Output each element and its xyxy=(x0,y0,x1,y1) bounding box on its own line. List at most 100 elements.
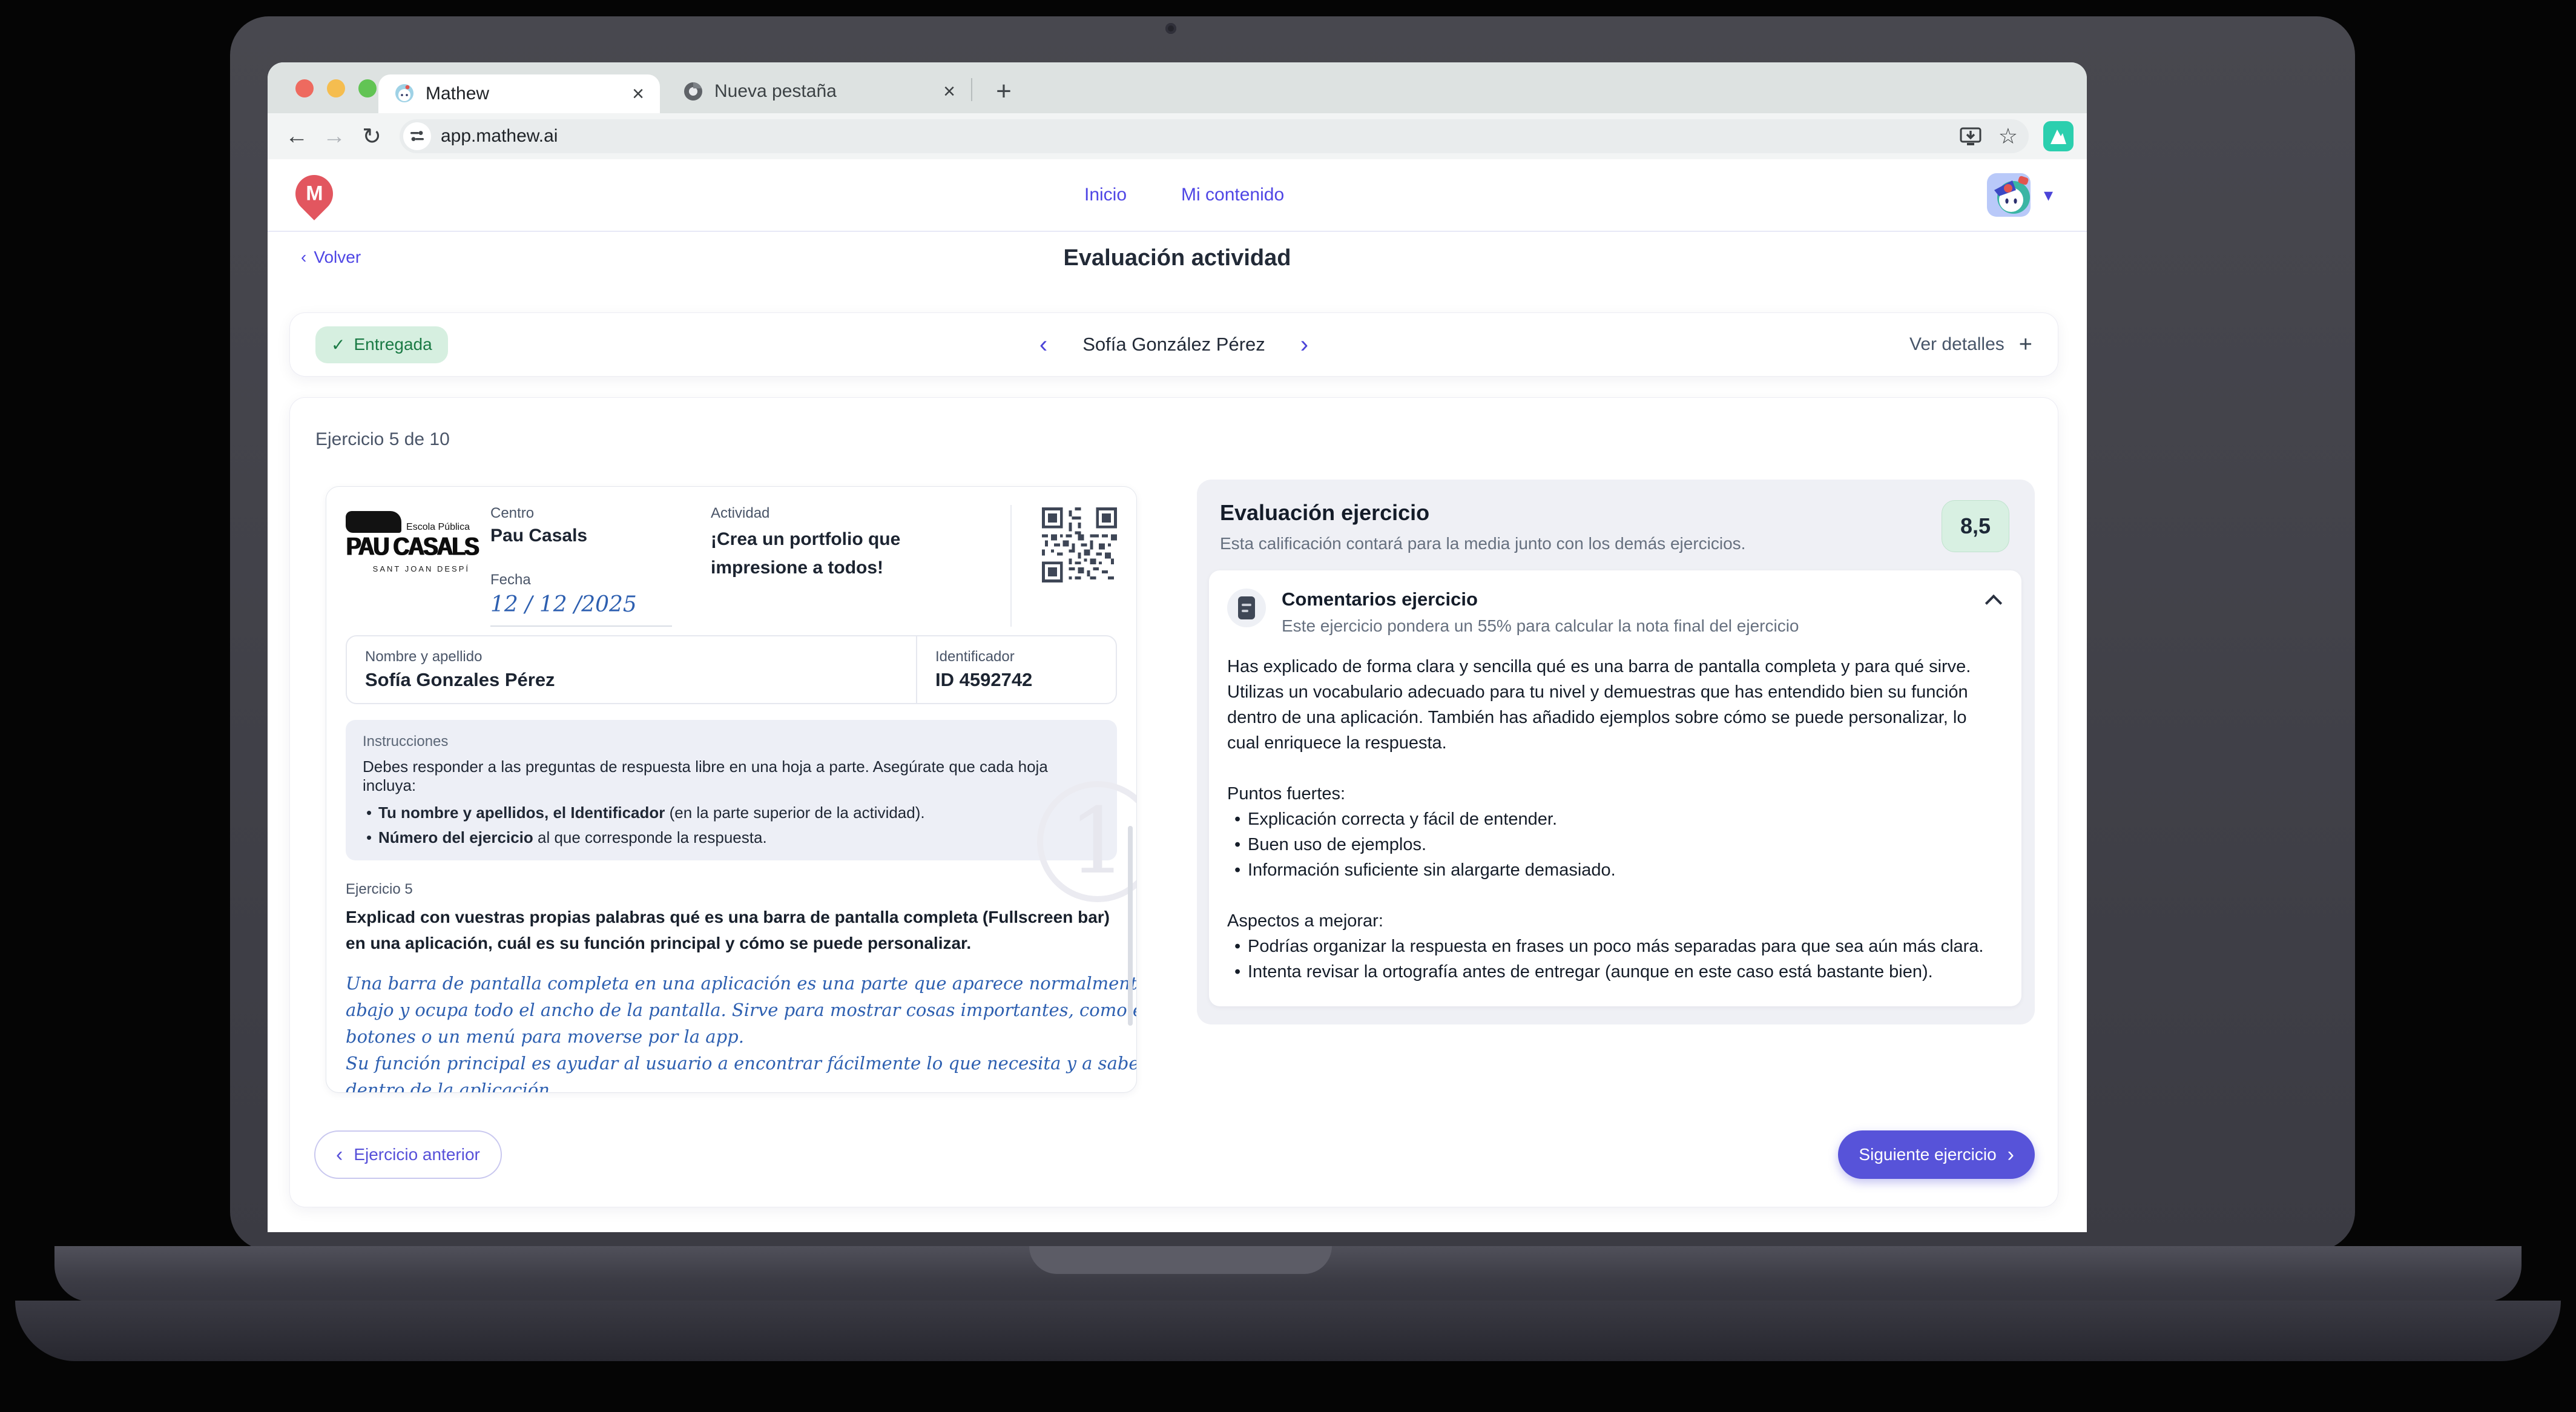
worksheet-scrollbar[interactable] xyxy=(1128,826,1133,1026)
instructions-intro: Debes responder a las preguntas de respu… xyxy=(363,757,1048,794)
nombre-label: Nombre y apellido xyxy=(365,648,483,665)
browser-tab-strip: Mathew × Nueva pestaña × + xyxy=(268,62,2087,113)
tab-title: Nueva pestaña xyxy=(714,81,837,101)
chevron-down-icon[interactable]: ▾ xyxy=(2044,185,2053,206)
logo-letter: M xyxy=(305,182,323,205)
improvement-item: Podrías organizar la respuesta en frases… xyxy=(1227,934,2000,959)
address-bar[interactable]: app.mathew.ai ☆ xyxy=(400,119,2029,153)
nav-mi-contenido[interactable]: Mi contenido xyxy=(1181,185,1284,205)
nav-inicio[interactable]: Inicio xyxy=(1084,185,1127,205)
view-details-button[interactable]: Ver detalles + xyxy=(1909,332,2032,358)
next-exercise-label: Siguiente ejercicio xyxy=(1859,1145,1997,1164)
back-link[interactable]: ‹ Volver xyxy=(301,248,361,267)
prev-student-icon[interactable]: ‹ xyxy=(1039,331,1047,358)
comments-subtitle: Este ejercicio pondera un 55% para calcu… xyxy=(1282,616,1799,635)
bullet-bold: Número del ejercicio xyxy=(378,828,533,846)
user-menu[interactable]: ▾ xyxy=(1986,159,2053,231)
school-logo-escola: Escola Pública xyxy=(406,522,470,532)
main-nav: Inicio Mi contenido xyxy=(1084,159,1284,231)
bookmark-star-icon[interactable]: ☆ xyxy=(1998,124,2018,149)
minimize-window-button[interactable] xyxy=(327,79,345,97)
browser-toolbar: ← → ↻ app.mathew.ai ☆ xyxy=(268,113,2087,159)
exercise-label: Ejercicio 5 xyxy=(346,881,413,897)
handwriting-line: Una barra de pantalla completa en una ap… xyxy=(346,972,1137,994)
tab-new-tab[interactable]: Nueva pestaña × xyxy=(677,74,961,108)
grade-badge: 8,5 xyxy=(1942,500,2009,552)
page-title: Evaluación actividad xyxy=(1063,245,1291,271)
previous-exercise-button[interactable]: ‹ Ejercicio anterior xyxy=(314,1130,502,1179)
back-label: Volver xyxy=(314,248,361,266)
new-tab-favicon-icon xyxy=(684,82,702,101)
bullet-rest: al que corresponde la respuesta. xyxy=(533,828,767,846)
handwriting-line: abajo y ocupa todo el ancho de la pantal… xyxy=(346,999,1137,1020)
worksheet-header: Escola Pública PAU CASALS SANT JOAN DESP… xyxy=(346,505,1117,627)
close-tab-icon[interactable]: × xyxy=(632,84,644,104)
status-card: ✓ Entregada ‹ Sofía González Pérez › Ver… xyxy=(289,312,2058,377)
school-logo: Escola Pública PAU CASALS SANT JOAN DESP… xyxy=(346,505,479,627)
identificador-label: Identificador xyxy=(935,648,1015,665)
close-window-button[interactable] xyxy=(295,79,314,97)
nombre-value: Sofía Gonzales Pérez xyxy=(365,669,555,690)
laptop-camera xyxy=(1165,23,1176,34)
extension-icon[interactable] xyxy=(2043,121,2074,151)
view-details-label: Ver detalles xyxy=(1909,334,2004,354)
instructions-box: Instrucciones Debes responder a las preg… xyxy=(346,720,1117,860)
comments-paragraph: Has explicado de forma clara y sencilla … xyxy=(1227,657,1971,753)
forward-icon[interactable]: → xyxy=(318,124,350,150)
install-app-icon[interactable] xyxy=(1958,126,1983,147)
mathew-favicon-icon xyxy=(395,84,413,102)
next-exercise-button[interactable]: Siguiente ejercicio › xyxy=(1838,1130,2035,1179)
avatar[interactable] xyxy=(1986,173,2031,217)
handwriting-line: botones o un menú para moverse por la ap… xyxy=(346,1026,744,1047)
actividad-label: Actividad xyxy=(711,505,770,521)
new-tab-button[interactable]: + xyxy=(988,76,1020,107)
status-badge: ✓ Entregada xyxy=(315,326,448,363)
instruction-bullet: Número del ejercicio al que corresponde … xyxy=(363,828,1100,847)
previous-exercise-label: Ejercicio anterior xyxy=(354,1145,480,1164)
strengths-title: Puntos fuertes: xyxy=(1227,784,1346,803)
laptop-hinge-notch xyxy=(1029,1246,1332,1274)
improvement-item: Intenta revisar la ortografía antes de e… xyxy=(1227,959,2000,985)
evaluation-title: Evaluación ejercicio xyxy=(1220,500,1430,525)
tab-mathew[interactable]: Mathew × xyxy=(378,74,660,113)
identificador-value: ID 4592742 xyxy=(935,669,1033,690)
close-tab-icon[interactable]: × xyxy=(943,81,955,102)
school-logo-name: PAU CASALS xyxy=(346,532,479,561)
centro-label: Centro xyxy=(490,505,535,521)
tab-divider xyxy=(971,78,972,101)
centro-value: Pau Casals xyxy=(490,526,588,546)
url-text[interactable]: app.mathew.ai xyxy=(441,126,1958,147)
fecha-label: Fecha xyxy=(490,572,531,588)
chevron-left-icon: ‹ xyxy=(301,248,307,266)
fecha-underline xyxy=(490,625,672,627)
bullet-rest: (en la parte superior de la actividad). xyxy=(665,803,925,822)
chevron-up-icon[interactable] xyxy=(1985,594,2003,612)
document-icon xyxy=(1227,589,1266,627)
exercise-counter: Ejercicio 5 de 10 xyxy=(315,429,450,449)
improvements-title: Aspectos a mejorar: xyxy=(1227,911,1383,931)
handwriting-line: Su función principal es ayudar al usuari… xyxy=(346,1052,1136,1074)
plus-icon: + xyxy=(2018,331,2032,357)
app-header: M Inicio Mi contenido ▾ xyxy=(268,159,2087,232)
site-settings-icon[interactable] xyxy=(403,122,431,150)
exercise-card: Ejercicio 5 de 10 Escola Pública PAU CAS… xyxy=(289,397,2058,1207)
chevron-left-icon: ‹ xyxy=(336,1143,343,1166)
reload-icon[interactable]: ↻ xyxy=(356,123,387,150)
worksheet-preview[interactable]: Escola Pública PAU CASALS SANT JOAN DESP… xyxy=(326,486,1137,1093)
student-switcher: ‹ Sofía González Pérez › xyxy=(1039,331,1308,358)
actividad-value: ¡Crea un portfolio que impresione a todo… xyxy=(711,529,901,578)
maximize-window-button[interactable] xyxy=(358,79,377,97)
exercise-statement: Explicad con vuestras propias palabras q… xyxy=(346,908,1110,953)
mathew-logo[interactable]: M xyxy=(288,167,341,220)
qr-code xyxy=(1042,507,1117,582)
back-icon[interactable]: ← xyxy=(281,124,312,150)
handwriting-line: dentro de la aplicación. xyxy=(346,1079,556,1093)
title-row: ‹ Volver Evaluación actividad xyxy=(268,232,2087,285)
next-student-icon[interactable]: › xyxy=(1300,331,1308,358)
evaluation-panel: Evaluación ejercicio Esta calificación c… xyxy=(1197,480,2035,1024)
browser-window: Mathew × Nueva pestaña × + ← → ↻ app.mat… xyxy=(268,62,2087,1232)
school-logo-sub: SANT JOAN DESPÍ xyxy=(372,564,470,573)
bullet-bold: Tu nombre y apellidos, el Identificador xyxy=(378,803,665,822)
comments-header[interactable]: Comentarios ejercicio Este ejercicio pon… xyxy=(1227,589,2003,636)
check-icon: ✓ xyxy=(331,335,346,354)
